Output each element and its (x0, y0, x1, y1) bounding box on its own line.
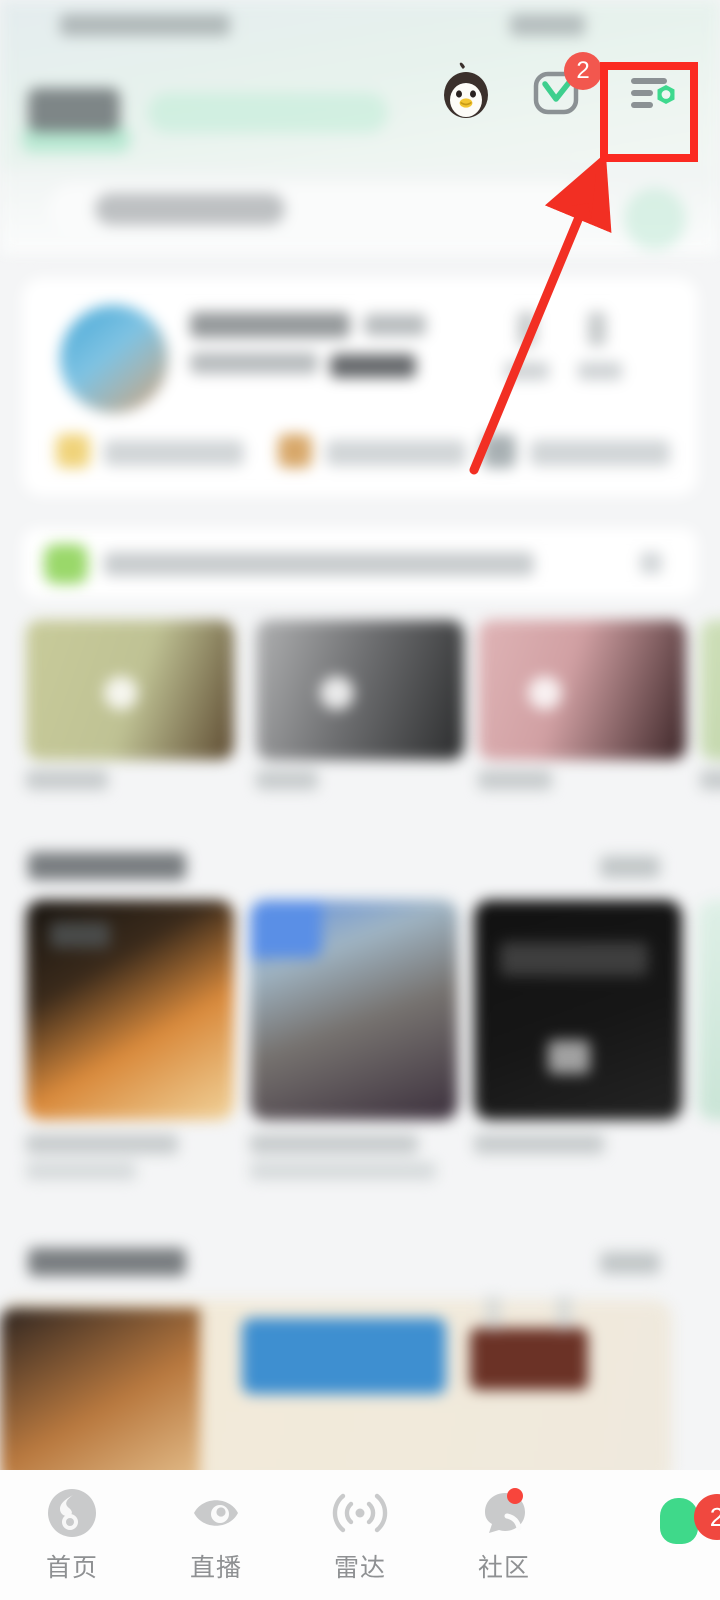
thumbnail-caption-blur (700, 770, 720, 790)
notice-text-blur (104, 552, 534, 576)
wide-card-dark-block (470, 1328, 588, 1390)
nav-label-live: 直播 (189, 1554, 242, 1582)
search-placeholder-blur (95, 193, 285, 225)
annotation-highlight-box (600, 62, 698, 162)
section-more-link-blur[interactable] (600, 856, 660, 878)
nav-item-home[interactable]: 首页 (0, 1484, 144, 1584)
poster-caption-blur (474, 1134, 604, 1154)
poster-badge-blur (500, 942, 648, 976)
penguin-mascot-icon[interactable] (434, 60, 498, 129)
profile-green-icon (660, 1498, 698, 1544)
nav-item-live[interactable]: 直播 (144, 1484, 288, 1584)
message-badge: 2 (564, 52, 602, 90)
banner-subtitle-blur (190, 352, 318, 374)
nav-item-community[interactable]: 社区 (432, 1484, 576, 1584)
phone-screen: 2 首页 直播 雷达 社区 2 (0, 0, 720, 1600)
bottom-navigation: 首页 直播 雷达 社区 2 (0, 1470, 720, 1600)
poster-subcaption-blur (250, 1162, 436, 1180)
thumbnail-caption-blur (26, 770, 108, 790)
nav-label-radar: 雷达 (333, 1554, 386, 1582)
play-icon (104, 676, 138, 710)
section-title-blur (28, 852, 186, 880)
nav-item-profile[interactable]: 2 (576, 1484, 720, 1544)
poster-caption-blur (26, 1134, 178, 1154)
radar-waves-icon (331, 1484, 389, 1542)
section-more-link-blur[interactable] (600, 1252, 660, 1274)
header-title-pill (148, 93, 388, 133)
nav-label-home: 首页 (45, 1554, 98, 1582)
banner-chip-2[interactable] (326, 440, 466, 466)
poster-caption-blur (250, 1134, 418, 1154)
banner-title-suffix-blur (364, 314, 426, 336)
community-bubble-icon (475, 1484, 533, 1542)
poster-card[interactable] (698, 900, 720, 1120)
wide-card-image (0, 1308, 200, 1486)
home-music-note-icon (43, 1484, 101, 1542)
thumbnail-card[interactable] (700, 620, 720, 760)
banner-chip-icon-1 (56, 434, 90, 468)
play-icon (320, 676, 354, 710)
banner-chip-icon-3 (482, 434, 516, 468)
banner-stat-2-blur (588, 312, 606, 346)
thumbnail-caption-blur (256, 770, 318, 790)
poster-card[interactable] (474, 900, 682, 1120)
poster-badge-blur (50, 922, 110, 948)
avatar[interactable] (624, 188, 686, 250)
poster-logo-blur (548, 1040, 590, 1074)
community-badge-dot (507, 1488, 523, 1504)
nav-label-community: 社区 (477, 1554, 530, 1582)
poster-subcaption-blur (26, 1162, 136, 1180)
banner-chip-3[interactable] (530, 440, 670, 466)
chevron-right-icon (640, 552, 662, 574)
banner-title-blur (190, 312, 350, 338)
play-icon (528, 676, 562, 710)
status-bar-right-blur (510, 14, 585, 36)
section-title-blur (28, 1248, 186, 1276)
notice-icon (44, 544, 88, 584)
wide-card-detail-2 (556, 1296, 572, 1330)
thumbnail-caption-blur (478, 770, 552, 790)
status-bar (0, 0, 720, 52)
banner-chip-icon-2 (278, 434, 312, 468)
nav-item-radar[interactable]: 雷达 (288, 1484, 432, 1584)
thumbnail-card[interactable] (478, 620, 686, 760)
live-eye-icon (187, 1484, 245, 1542)
blurred-app-content (0, 0, 720, 1600)
banner-chip-1[interactable] (104, 440, 244, 466)
banner-stat-label-1-blur (505, 362, 549, 380)
wide-card-blue-block (242, 1318, 446, 1394)
wide-card-detail-1 (485, 1296, 501, 1330)
banner-tag-blur (330, 354, 416, 378)
app-logo (28, 88, 120, 132)
banner-stat-1-blur (518, 312, 536, 346)
message-check-icon[interactable]: 2 (528, 52, 602, 127)
banner-stat-label-2-blur (578, 362, 622, 380)
thumbnail-card[interactable] (256, 620, 464, 760)
banner-avatar (60, 305, 168, 413)
poster-corner-tag (250, 900, 322, 958)
status-bar-left-blur (60, 14, 230, 36)
profile-badge: 2 (694, 1494, 720, 1540)
